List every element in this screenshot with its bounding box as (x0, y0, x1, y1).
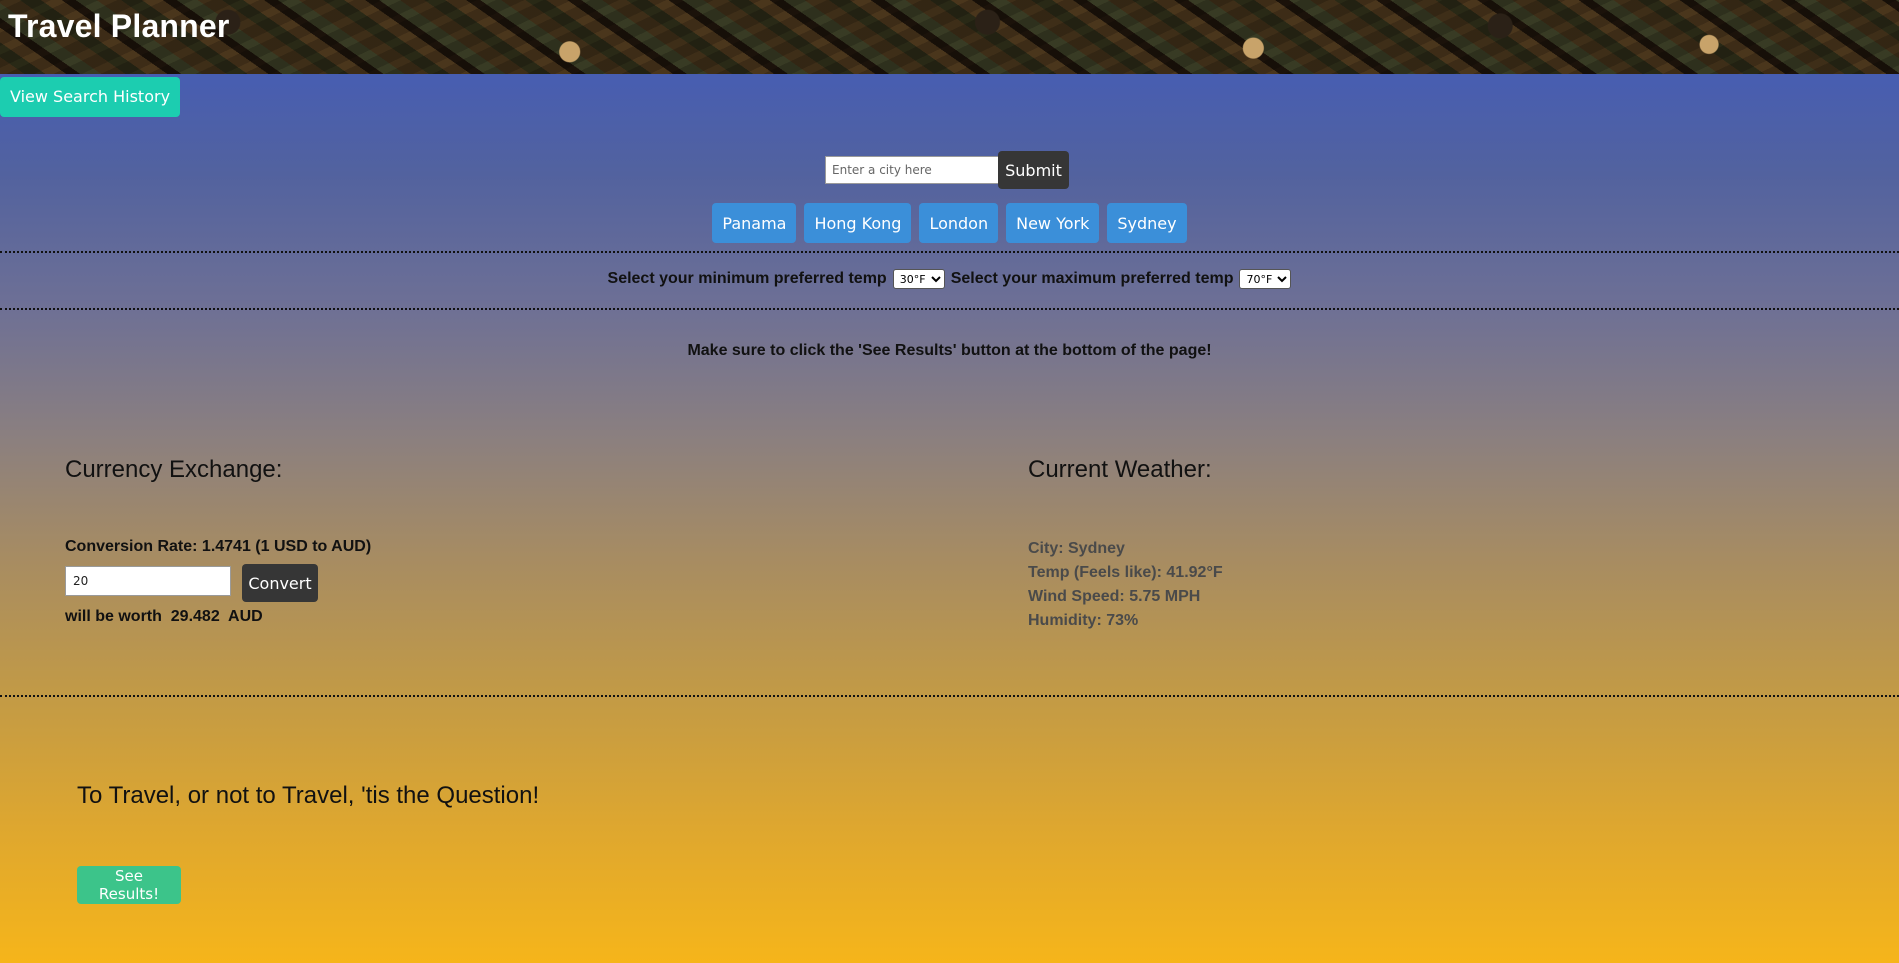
weather-humidity: Humidity: 73% (1028, 612, 1139, 629)
current-weather-title: Current Weather: (1028, 456, 1212, 483)
divider (0, 251, 1899, 253)
currency-exchange-title: Currency Exchange: (65, 456, 283, 483)
result-value: 29.482 (170, 608, 220, 625)
city-button-panama[interactable]: Panama (712, 203, 797, 243)
view-search-history-button[interactable]: View Search History (0, 77, 181, 117)
city-button-hong-kong[interactable]: Hong Kong (804, 203, 912, 243)
conversion-result: will be worth 29.482 AUD (65, 608, 263, 626)
result-prefix: will be worth (65, 608, 162, 625)
see-results-button[interactable]: See Results! (77, 866, 181, 904)
divider (0, 308, 1899, 310)
page-title: Travel Planner (8, 8, 230, 44)
city-button-new-york[interactable]: New York (1006, 203, 1100, 243)
header-banner: Travel Planner (0, 0, 1899, 74)
min-temp-select[interactable]: 30°F (892, 269, 945, 289)
weather-details: City: Sydney Temp (Feels like): 41.92°F … (1028, 537, 1223, 633)
conversion-rate: Conversion Rate: 1.4741 (1 USD to AUD) (65, 538, 372, 555)
submit-button[interactable]: Submit (998, 151, 1069, 189)
city-quick-buttons: Panama Hong Kong London New York Sydney (0, 203, 1899, 243)
travel-question: To Travel, or not to Travel, 'tis the Qu… (77, 782, 540, 809)
min-temp-label: Select your minimum preferred temp (607, 270, 887, 287)
max-temp-select[interactable]: 70°F (1239, 269, 1292, 289)
result-currency: AUD (228, 608, 263, 625)
amount-input[interactable] (65, 566, 231, 596)
city-button-london[interactable]: London (919, 203, 999, 243)
temperature-preferences: Select your minimum preferred temp 30°F … (0, 269, 1899, 289)
results-notice: Make sure to click the 'See Results' but… (687, 342, 1212, 359)
city-button-sydney[interactable]: Sydney (1107, 203, 1187, 243)
convert-button[interactable]: Convert (242, 564, 318, 602)
divider (0, 695, 1899, 697)
city-search-input[interactable] (825, 156, 1001, 184)
weather-temp: Temp (Feels like): 41.92°F (1028, 564, 1223, 581)
weather-city: City: Sydney (1028, 540, 1125, 557)
max-temp-label: Select your maximum preferred temp (950, 270, 1234, 287)
weather-wind: Wind Speed: 5.75 MPH (1028, 588, 1201, 605)
